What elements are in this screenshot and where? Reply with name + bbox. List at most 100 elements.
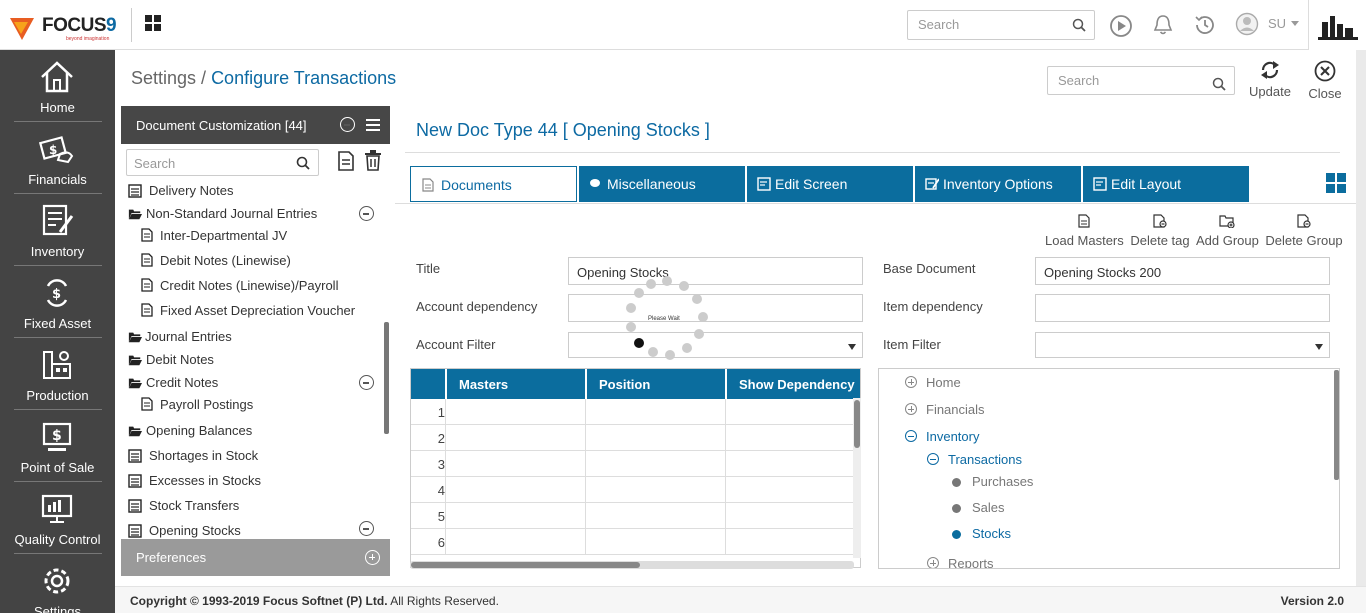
search-icon[interactable] xyxy=(296,156,310,170)
nav-financials[interactable]: $ Financials xyxy=(0,122,115,194)
table-row[interactable]: 6 xyxy=(411,529,856,555)
nav-home[interactable]: Home xyxy=(0,50,115,122)
focus9-logo[interactable]: FOCUS9 beyond imagination xyxy=(8,10,118,42)
chevron-down-icon[interactable] xyxy=(1291,21,1299,26)
table-header-index xyxy=(411,369,445,399)
expand-icon[interactable] xyxy=(905,376,917,388)
tab-edit-screen[interactable]: Edit Screen xyxy=(747,166,913,202)
expand-icon[interactable] xyxy=(905,403,917,415)
expand-icon[interactable] xyxy=(365,550,380,565)
tree-item-label: Purchases xyxy=(972,474,1034,489)
nav-point-of-sale[interactable]: $ Point of Sale xyxy=(0,410,115,482)
list-document-icon xyxy=(128,524,142,538)
tree-item-label: Debit Notes xyxy=(146,352,214,367)
company-logo-icon xyxy=(1318,16,1358,40)
nav-quality-control[interactable]: Quality Control xyxy=(0,482,115,554)
delete-icon[interactable] xyxy=(364,150,382,171)
breadcrumb-separator: / xyxy=(196,68,212,88)
delete-tag-icon xyxy=(1153,214,1167,228)
global-search-input[interactable]: Search xyxy=(907,10,1095,40)
nav-point-of-sale-label: Point of Sale xyxy=(20,460,95,475)
collapse-all-icon[interactable] xyxy=(340,117,355,132)
chevron-down-icon xyxy=(848,344,856,350)
content-search-input[interactable]: Search xyxy=(1047,66,1235,95)
table-header-show-dependency[interactable]: Show Dependency xyxy=(726,369,860,399)
table-vertical-scroll-thumb[interactable] xyxy=(854,400,860,448)
tree-item-label: Sales xyxy=(972,500,1005,515)
row-number: 5 xyxy=(437,509,445,524)
nav-production[interactable]: Production xyxy=(0,338,115,410)
nav-financials-label: Financials xyxy=(28,172,87,187)
module-tree-scrollbar[interactable] xyxy=(1334,370,1339,480)
close-button[interactable]: Close xyxy=(1304,60,1346,101)
table-header-position[interactable]: Position xyxy=(586,369,725,399)
history-icon[interactable] xyxy=(1193,13,1217,37)
tab-documents[interactable]: Documents xyxy=(410,166,577,202)
table-row[interactable]: 1 xyxy=(411,399,856,425)
delete-tag-button[interactable]: Delete tag xyxy=(1129,214,1191,248)
collapse-icon[interactable] xyxy=(927,453,939,465)
bell-icon[interactable] xyxy=(1151,13,1175,37)
load-masters-button[interactable]: Load Masters xyxy=(1045,214,1124,248)
table-row[interactable]: 4 xyxy=(411,477,856,503)
base-document-field[interactable]: Opening Stocks 200 xyxy=(1035,257,1330,285)
item-filter-select[interactable] xyxy=(1035,332,1330,358)
row-number: 1 xyxy=(437,405,445,420)
search-icon[interactable] xyxy=(1072,18,1086,32)
tab-inventory-options[interactable]: Inventory Options xyxy=(915,166,1081,202)
top-bar: FOCUS9 beyond imagination Search SU xyxy=(0,0,1366,50)
masters-table: Masters Position Show Dependency 1 2 3 4… xyxy=(410,368,861,568)
tree-item-label: Stocks xyxy=(972,526,1012,541)
search-placeholder: Search xyxy=(134,156,176,171)
search-icon[interactable] xyxy=(1212,77,1226,91)
collapse-icon[interactable] xyxy=(359,375,374,390)
apps-grid-icon[interactable] xyxy=(145,15,161,31)
new-document-icon[interactable] xyxy=(338,151,354,171)
table-row[interactable]: 3 xyxy=(411,451,856,477)
menu-icon[interactable] xyxy=(366,119,380,131)
play-icon[interactable] xyxy=(1109,14,1133,38)
search-placeholder: Search xyxy=(1058,73,1100,88)
page-scrollbar-track[interactable] xyxy=(1356,50,1366,586)
tab-miscellaneous[interactable]: Miscellaneous xyxy=(579,166,745,202)
account-filter-select[interactable] xyxy=(568,332,863,358)
title-field[interactable]: Opening Stocks xyxy=(568,257,863,285)
preferences-label: Preferences xyxy=(136,550,207,565)
nav-fixed-asset[interactable]: $ Fixed Asset xyxy=(0,266,115,338)
delete-group-button[interactable]: Delete Group xyxy=(1265,214,1343,248)
action-label: Delete Group xyxy=(1265,233,1343,248)
update-button[interactable]: Update xyxy=(1247,60,1293,99)
tree-item-label: Non-Standard Journal Entries xyxy=(146,206,318,221)
table-horizontal-scroll-thumb[interactable] xyxy=(411,562,640,568)
nav-quality-control-label: Quality Control xyxy=(14,532,101,547)
user-initials[interactable]: SU xyxy=(1268,16,1286,31)
collapse-icon[interactable] xyxy=(359,206,374,221)
inventory-options-icon xyxy=(925,178,939,190)
expand-icon[interactable] xyxy=(927,557,939,568)
tree-item-label: Reports xyxy=(948,556,994,569)
tab-label: Miscellaneous xyxy=(607,176,696,192)
tab-label: Edit Screen xyxy=(775,176,848,192)
collapse-icon[interactable] xyxy=(359,521,374,536)
account-dependency-field[interactable] xyxy=(568,294,863,322)
tab-edit-layout[interactable]: Edit Layout xyxy=(1083,166,1249,202)
tab-label: Documents xyxy=(441,177,512,193)
collapse-icon[interactable] xyxy=(905,430,917,442)
add-group-button[interactable]: Add Group xyxy=(1196,214,1259,248)
tab-label: Inventory Options xyxy=(943,176,1053,192)
company-logo[interactable] xyxy=(1308,0,1366,50)
table-header-masters[interactable]: Masters xyxy=(446,369,585,399)
document-tree-scrollbar[interactable] xyxy=(384,322,389,434)
table-row[interactable]: 5 xyxy=(411,503,856,529)
layout-grid-icon[interactable] xyxy=(1326,173,1346,193)
item-dependency-field[interactable] xyxy=(1035,294,1330,322)
document-search-input[interactable]: Search xyxy=(126,149,319,176)
nav-inventory[interactable]: Inventory xyxy=(0,194,115,266)
breadcrumb-root[interactable]: Settings xyxy=(131,68,196,88)
preferences-bar[interactable]: Preferences xyxy=(121,539,390,576)
row-number: 4 xyxy=(437,483,445,498)
user-icon[interactable] xyxy=(1235,12,1259,36)
table-row[interactable]: 2 xyxy=(411,425,856,451)
production-icon xyxy=(43,351,71,379)
nav-settings[interactable]: Settings xyxy=(0,554,115,613)
